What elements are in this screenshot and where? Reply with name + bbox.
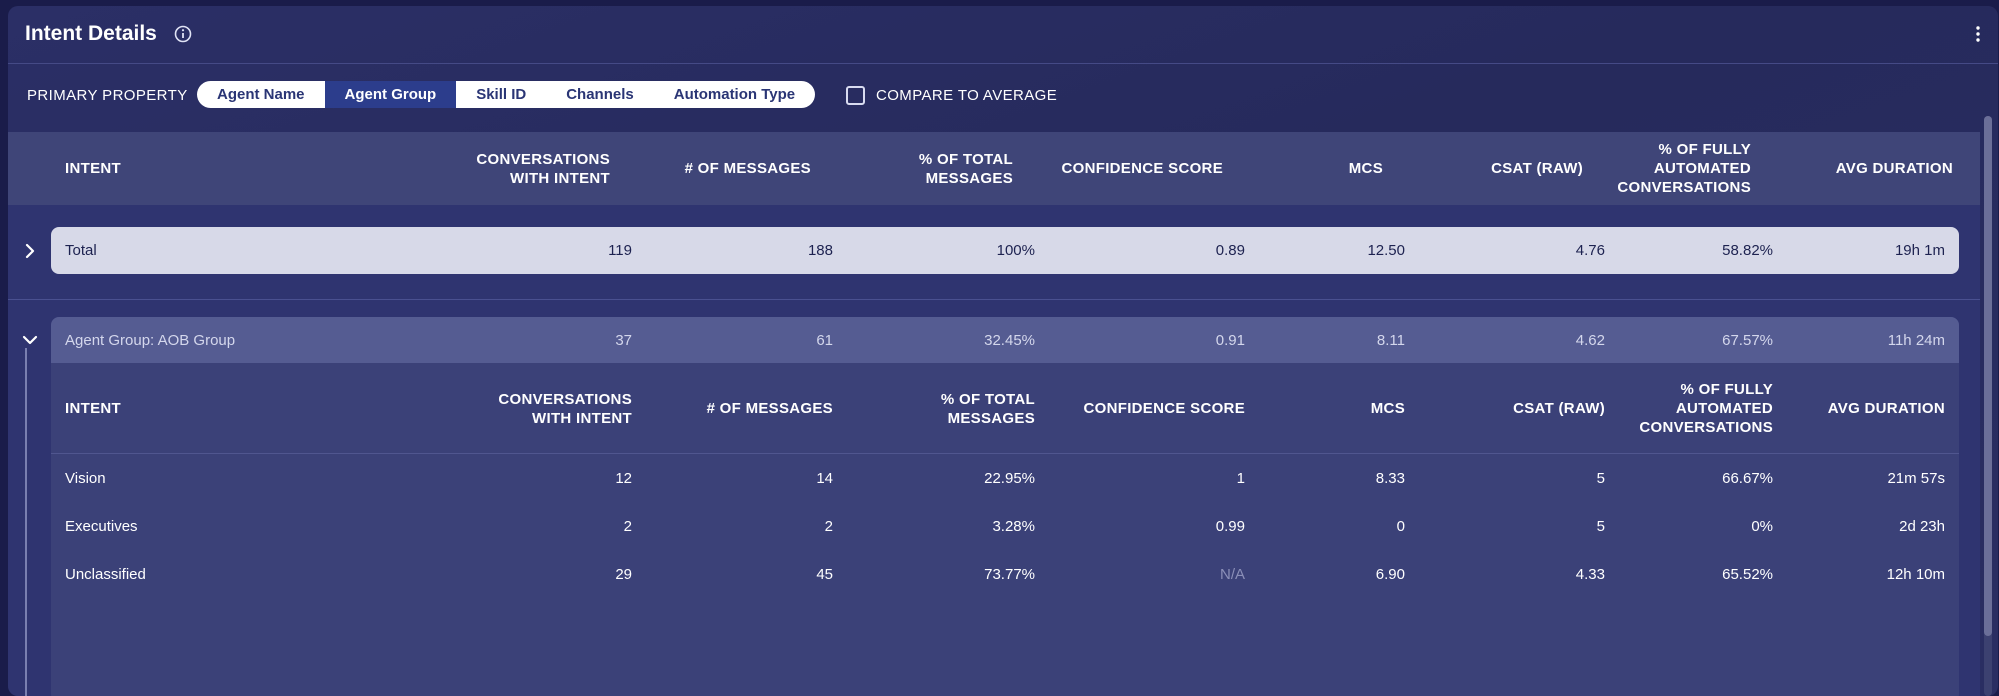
info-circle-icon[interactable] bbox=[173, 24, 193, 44]
total-avg-duration: 19h 1m bbox=[1894, 242, 1945, 259]
row-mcs: 0 bbox=[1396, 518, 1405, 535]
row-mcs: 6.90 bbox=[1375, 566, 1405, 583]
option-automation-type[interactable]: Automation Type bbox=[654, 81, 815, 108]
option-skill-id[interactable]: Skill ID bbox=[456, 81, 546, 108]
sub-col-csat[interactable]: CSAT (RAW) bbox=[1513, 363, 1605, 454]
primary-property-label: PRIMARY PROPERTY bbox=[27, 87, 188, 104]
filter-row: PRIMARY PROPERTY Agent Name Agent Group … bbox=[8, 74, 1998, 114]
sub-col-fully-automated[interactable]: % OF FULLY AUTOMATED CONVERSATIONS bbox=[1639, 363, 1773, 454]
col-conversations[interactable]: CONVERSATIONS WITH INTENT bbox=[476, 132, 610, 205]
col-csat[interactable]: CSAT (RAW) bbox=[1491, 132, 1583, 205]
row-conversations: 2 bbox=[623, 518, 632, 535]
sub-col-mcs[interactable]: MCS bbox=[1371, 363, 1405, 454]
group-messages: 61 bbox=[816, 332, 833, 349]
sub-col-messages[interactable]: # OF MESSAGES bbox=[707, 363, 833, 454]
group-conversations: 37 bbox=[615, 332, 632, 349]
col-pct-total[interactable]: % OF TOTAL MESSAGES bbox=[919, 132, 1013, 205]
sub-col-pct-total[interactable]: % OF TOTAL MESSAGES bbox=[941, 363, 1035, 454]
vertical-scrollbar[interactable] bbox=[1984, 116, 1992, 696]
row-avg-duration: 21m 57s bbox=[1887, 470, 1945, 487]
page-title: Intent Details bbox=[25, 22, 157, 45]
table-row[interactable]: Vision 12 14 22.95% 1 8.33 5 66.67% 21m … bbox=[51, 455, 1959, 503]
col-intent[interactable]: INTENT bbox=[65, 132, 121, 205]
row-fully-automated: 66.67% bbox=[1722, 470, 1773, 487]
divider bbox=[8, 299, 1980, 300]
sub-col-intent[interactable]: INTENT bbox=[65, 363, 121, 454]
sub-col-avg-duration[interactable]: AVG DURATION bbox=[1828, 363, 1945, 454]
table-row[interactable]: Executives 2 2 3.28% 0.99 0 5 0% 2d 23h bbox=[51, 503, 1959, 551]
group-confidence: 0.91 bbox=[1215, 332, 1245, 349]
total-mcs: 12.50 bbox=[1367, 242, 1405, 259]
row-intent: Unclassified bbox=[65, 566, 146, 583]
group-csat: 4.62 bbox=[1575, 332, 1605, 349]
row-messages: 14 bbox=[816, 470, 833, 487]
col-avg-duration[interactable]: AVG DURATION bbox=[1836, 132, 1953, 205]
row-csat: 5 bbox=[1596, 470, 1605, 487]
row-pct-total: 73.77% bbox=[984, 566, 1035, 583]
group-mcs: 8.11 bbox=[1376, 332, 1405, 349]
col-confidence[interactable]: CONFIDENCE SCORE bbox=[1062, 132, 1223, 205]
row-messages: 2 bbox=[824, 518, 833, 535]
row-csat: 5 bbox=[1596, 518, 1605, 535]
row-intent: Executives bbox=[65, 518, 138, 535]
row-avg-duration: 12h 10m bbox=[1886, 566, 1945, 583]
kebab-menu-icon[interactable] bbox=[1974, 24, 1982, 44]
row-csat: 4.33 bbox=[1575, 566, 1605, 583]
total-pct-total: 100% bbox=[996, 242, 1035, 259]
scroll-thumb[interactable] bbox=[1984, 116, 1992, 636]
total-label: Total bbox=[65, 242, 97, 259]
row-confidence: 1 bbox=[1236, 470, 1245, 487]
row-fully-automated: 65.52% bbox=[1722, 566, 1773, 583]
row-pct-total: 3.28% bbox=[992, 518, 1035, 535]
panel-header: Intent Details bbox=[8, 6, 1998, 64]
compare-label: COMPARE TO AVERAGE bbox=[876, 86, 1058, 104]
row-conversations: 29 bbox=[615, 566, 632, 583]
tree-connector bbox=[25, 348, 35, 696]
compare-to-average-toggle[interactable]: COMPARE TO AVERAGE bbox=[846, 85, 1057, 105]
row-pct-total: 22.95% bbox=[984, 470, 1035, 487]
intent-table: INTENT CONVERSATIONS WITH INTENT # OF MES… bbox=[8, 132, 1980, 696]
sub-col-conversations[interactable]: CONVERSATIONS WITH INTENT bbox=[498, 363, 632, 454]
total-messages: 188 bbox=[807, 242, 833, 259]
compare-checkbox[interactable] bbox=[846, 85, 865, 105]
row-fully-automated: 0% bbox=[1751, 518, 1773, 535]
col-mcs[interactable]: MCS bbox=[1349, 132, 1383, 205]
group-pct-total: 32.45% bbox=[984, 332, 1035, 349]
table-row[interactable]: Unclassified 29 45 73.77% N/A 6.90 4.33 … bbox=[51, 551, 1959, 599]
group-summary-row[interactable]: Agent Group: AOB Group 37 61 32.45% 0.91… bbox=[51, 317, 1959, 363]
row-messages: 45 bbox=[816, 566, 833, 583]
total-csat: 4.76 bbox=[1575, 242, 1605, 259]
row-conversations: 12 bbox=[615, 470, 632, 487]
primary-property-segmented-control: Agent Name Agent Group Skill ID Channels… bbox=[197, 81, 816, 108]
option-agent-name[interactable]: Agent Name bbox=[197, 81, 325, 108]
intent-details-panel: Intent Details PRIMARY PROPERTY Agent Na… bbox=[8, 6, 1998, 696]
chevron-right-icon[interactable] bbox=[19, 240, 41, 262]
sub-table-header: INTENT CONVERSATIONS WITH INTENT # OF MES… bbox=[51, 363, 1959, 454]
group-fully-automated: 67.57% bbox=[1722, 332, 1773, 349]
col-messages[interactable]: # OF MESSAGES bbox=[685, 132, 811, 205]
option-channels[interactable]: Channels bbox=[546, 81, 654, 108]
row-confidence: N/A bbox=[1219, 566, 1245, 583]
total-fully-automated: 58.82% bbox=[1722, 242, 1773, 259]
row-confidence: 0.99 bbox=[1215, 518, 1245, 535]
agent-group-card: Agent Group: AOB Group 37 61 32.45% 0.91… bbox=[51, 317, 1959, 696]
row-avg-duration: 2d 23h bbox=[1899, 518, 1945, 535]
total-conversations: 119 bbox=[608, 242, 632, 259]
sub-col-confidence[interactable]: CONFIDENCE SCORE bbox=[1084, 363, 1245, 454]
total-confidence: 0.89 bbox=[1215, 242, 1245, 259]
total-row[interactable]: Total 119 188 100% 0.89 12.50 4.76 58.82… bbox=[51, 227, 1959, 274]
col-fully-automated[interactable]: % OF FULLY AUTOMATED CONVERSATIONS bbox=[1617, 132, 1751, 205]
row-mcs: 8.33 bbox=[1375, 470, 1405, 487]
table-header: INTENT CONVERSATIONS WITH INTENT # OF MES… bbox=[8, 132, 1980, 205]
group-label: Agent Group: AOB Group bbox=[65, 332, 236, 349]
group-avg-duration: 11h 24m bbox=[1887, 332, 1945, 349]
row-intent: Vision bbox=[65, 470, 106, 487]
option-agent-group[interactable]: Agent Group bbox=[324, 81, 457, 108]
